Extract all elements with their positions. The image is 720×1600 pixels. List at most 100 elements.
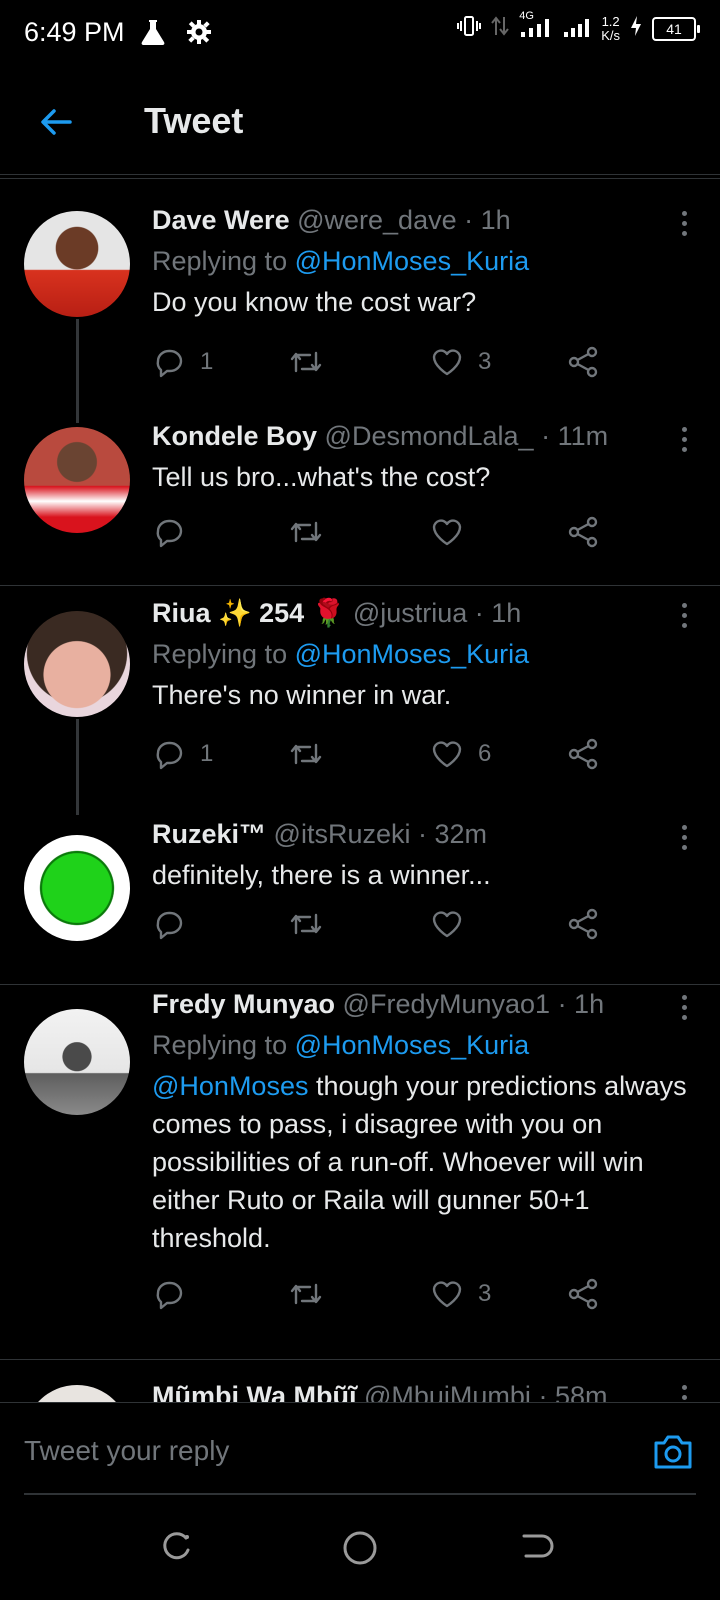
replying-mention[interactable]: @HonMoses_Kuria: [295, 246, 530, 276]
share-button[interactable]: [566, 737, 600, 771]
more-options-icon[interactable]: [682, 825, 690, 855]
signal-bars-2-icon: [563, 14, 591, 43]
retweet-icon: [290, 913, 322, 935]
retweet-icon: [290, 743, 322, 765]
text-mention[interactable]: @HonMoses: [152, 1071, 308, 1101]
share-icon: [568, 738, 598, 770]
tweet-text: Tell us bro...what's the cost?: [152, 462, 491, 492]
reply-button[interactable]: 1: [152, 737, 213, 771]
share-icon: [568, 908, 598, 940]
avatar[interactable]: [24, 611, 130, 717]
tweet-text: definitely, there is a winner...: [152, 860, 491, 890]
tweet-header: Fredy Munyao @FredyMunyao1 · 1h: [152, 989, 692, 1020]
tweet-time: · 58m: [538, 1381, 608, 1403]
tweet-time: · 11m: [541, 421, 609, 451]
camera-icon[interactable]: [652, 1433, 694, 1476]
tweet-header: Mũmbi Wa Mbũĩ @MbuiMumbi · 58m: [152, 1381, 692, 1403]
like-button[interactable]: [430, 907, 464, 941]
author-handle[interactable]: @MbuiMumbi: [364, 1381, 531, 1403]
gear-icon: [186, 19, 212, 50]
tweet-time: · 1h: [464, 205, 511, 235]
like-button[interactable]: 6: [430, 737, 491, 771]
tweet-header: Kondele Boy @DesmondLala_ · 11m: [152, 421, 692, 452]
reply-icon: [156, 519, 183, 548]
tweet-time: · 32m: [418, 819, 488, 849]
more-options-icon[interactable]: [682, 603, 690, 633]
author-handle[interactable]: @FredyMunyao1: [343, 989, 551, 1019]
replying-to: Replying to @HonMoses_Kuria: [152, 1030, 692, 1061]
avatar[interactable]: [24, 1385, 130, 1403]
reply-icon: [156, 1281, 183, 1310]
author-handle[interactable]: @DesmondLala_: [325, 421, 534, 451]
reply-icon: [156, 349, 183, 378]
data-arrows-icon: [491, 15, 509, 42]
tweet-actions: 3: [152, 1277, 632, 1317]
retweet-button[interactable]: [288, 515, 324, 549]
share-button[interactable]: [566, 515, 600, 549]
charging-icon: [630, 15, 642, 42]
vibrate-icon: [457, 14, 482, 43]
reply-button[interactable]: 1: [152, 345, 213, 379]
author-handle[interactable]: @itsRuzeki: [274, 819, 411, 849]
tweet-text: @HonMoses though your predictions always…: [152, 1067, 692, 1257]
divider: [0, 984, 720, 985]
retweet-button[interactable]: [288, 1277, 324, 1311]
heart-icon: [432, 911, 462, 938]
replying-prefix: Replying to: [152, 639, 288, 669]
author-name[interactable]: Dave Were: [152, 205, 290, 235]
tweet-actions: 1 6: [152, 737, 632, 777]
avatar[interactable]: [24, 211, 130, 317]
replies-feed[interactable]: Dave Were @were_dave · 1h Replying to @H…: [0, 178, 720, 1403]
reply-button[interactable]: [152, 515, 186, 549]
heart-icon: [432, 1281, 462, 1308]
author-name[interactable]: Fredy Munyao: [152, 989, 335, 1019]
author-name[interactable]: Riua ✨ 254 🌹: [152, 598, 345, 628]
author-name[interactable]: Mũmbi Wa Mbũĩ: [152, 1381, 356, 1403]
like-count: 6: [478, 740, 492, 767]
more-options-icon[interactable]: [682, 211, 690, 241]
recents-icon[interactable]: [160, 1530, 194, 1569]
reply-input[interactable]: Tweet your reply: [24, 1435, 229, 1467]
author-name[interactable]: Ruzeki™: [152, 819, 266, 849]
battery-level: 41: [666, 20, 682, 37]
reply-button[interactable]: [152, 1277, 186, 1311]
like-button[interactable]: 3: [430, 345, 491, 379]
share-button[interactable]: [566, 907, 600, 941]
speed-unit: K/s: [601, 27, 620, 43]
author-handle[interactable]: @were_dave: [297, 205, 457, 235]
reply-icon: [156, 741, 183, 770]
retweet-button[interactable]: [288, 907, 324, 941]
share-button[interactable]: [566, 345, 600, 379]
tweet-time: · 1h: [474, 598, 522, 628]
more-options-icon[interactable]: [682, 427, 690, 457]
reply-count: 1: [200, 348, 214, 375]
share-button[interactable]: [566, 1277, 600, 1311]
tweet-text: Do you know the cost war?: [152, 287, 477, 317]
author-name[interactable]: Kondele Boy: [152, 421, 317, 451]
status-bar: 6:49 PM 4G 1.2 K/s 41: [0, 0, 720, 64]
share-icon: [568, 346, 598, 378]
like-button[interactable]: 3: [430, 1277, 491, 1311]
tweet-header: Ruzeki™ @itsRuzeki · 32m: [152, 819, 692, 850]
avatar[interactable]: [24, 427, 130, 533]
share-icon: [568, 516, 598, 548]
replying-mention[interactable]: @HonMoses_Kuria: [295, 639, 530, 669]
avatar[interactable]: [24, 835, 130, 941]
heart-icon: [432, 741, 462, 768]
replying-prefix: Replying to: [152, 246, 288, 276]
more-options-icon[interactable]: [682, 1385, 690, 1403]
speed-value: 1.2: [601, 13, 620, 29]
like-button[interactable]: [430, 515, 464, 549]
retweet-icon: [290, 1283, 322, 1305]
back-icon[interactable]: [520, 1530, 554, 1569]
home-icon[interactable]: [342, 1530, 378, 1571]
more-options-icon[interactable]: [682, 995, 690, 1025]
reply-composer: Tweet your reply: [0, 1402, 720, 1495]
reply-button[interactable]: [152, 907, 186, 941]
avatar[interactable]: [24, 1009, 130, 1115]
retweet-button[interactable]: [288, 345, 324, 379]
retweet-button[interactable]: [288, 737, 324, 771]
author-handle[interactable]: @justriua: [353, 598, 467, 628]
replying-mention[interactable]: @HonMoses_Kuria: [295, 1030, 530, 1060]
back-arrow-icon[interactable]: [36, 102, 76, 142]
